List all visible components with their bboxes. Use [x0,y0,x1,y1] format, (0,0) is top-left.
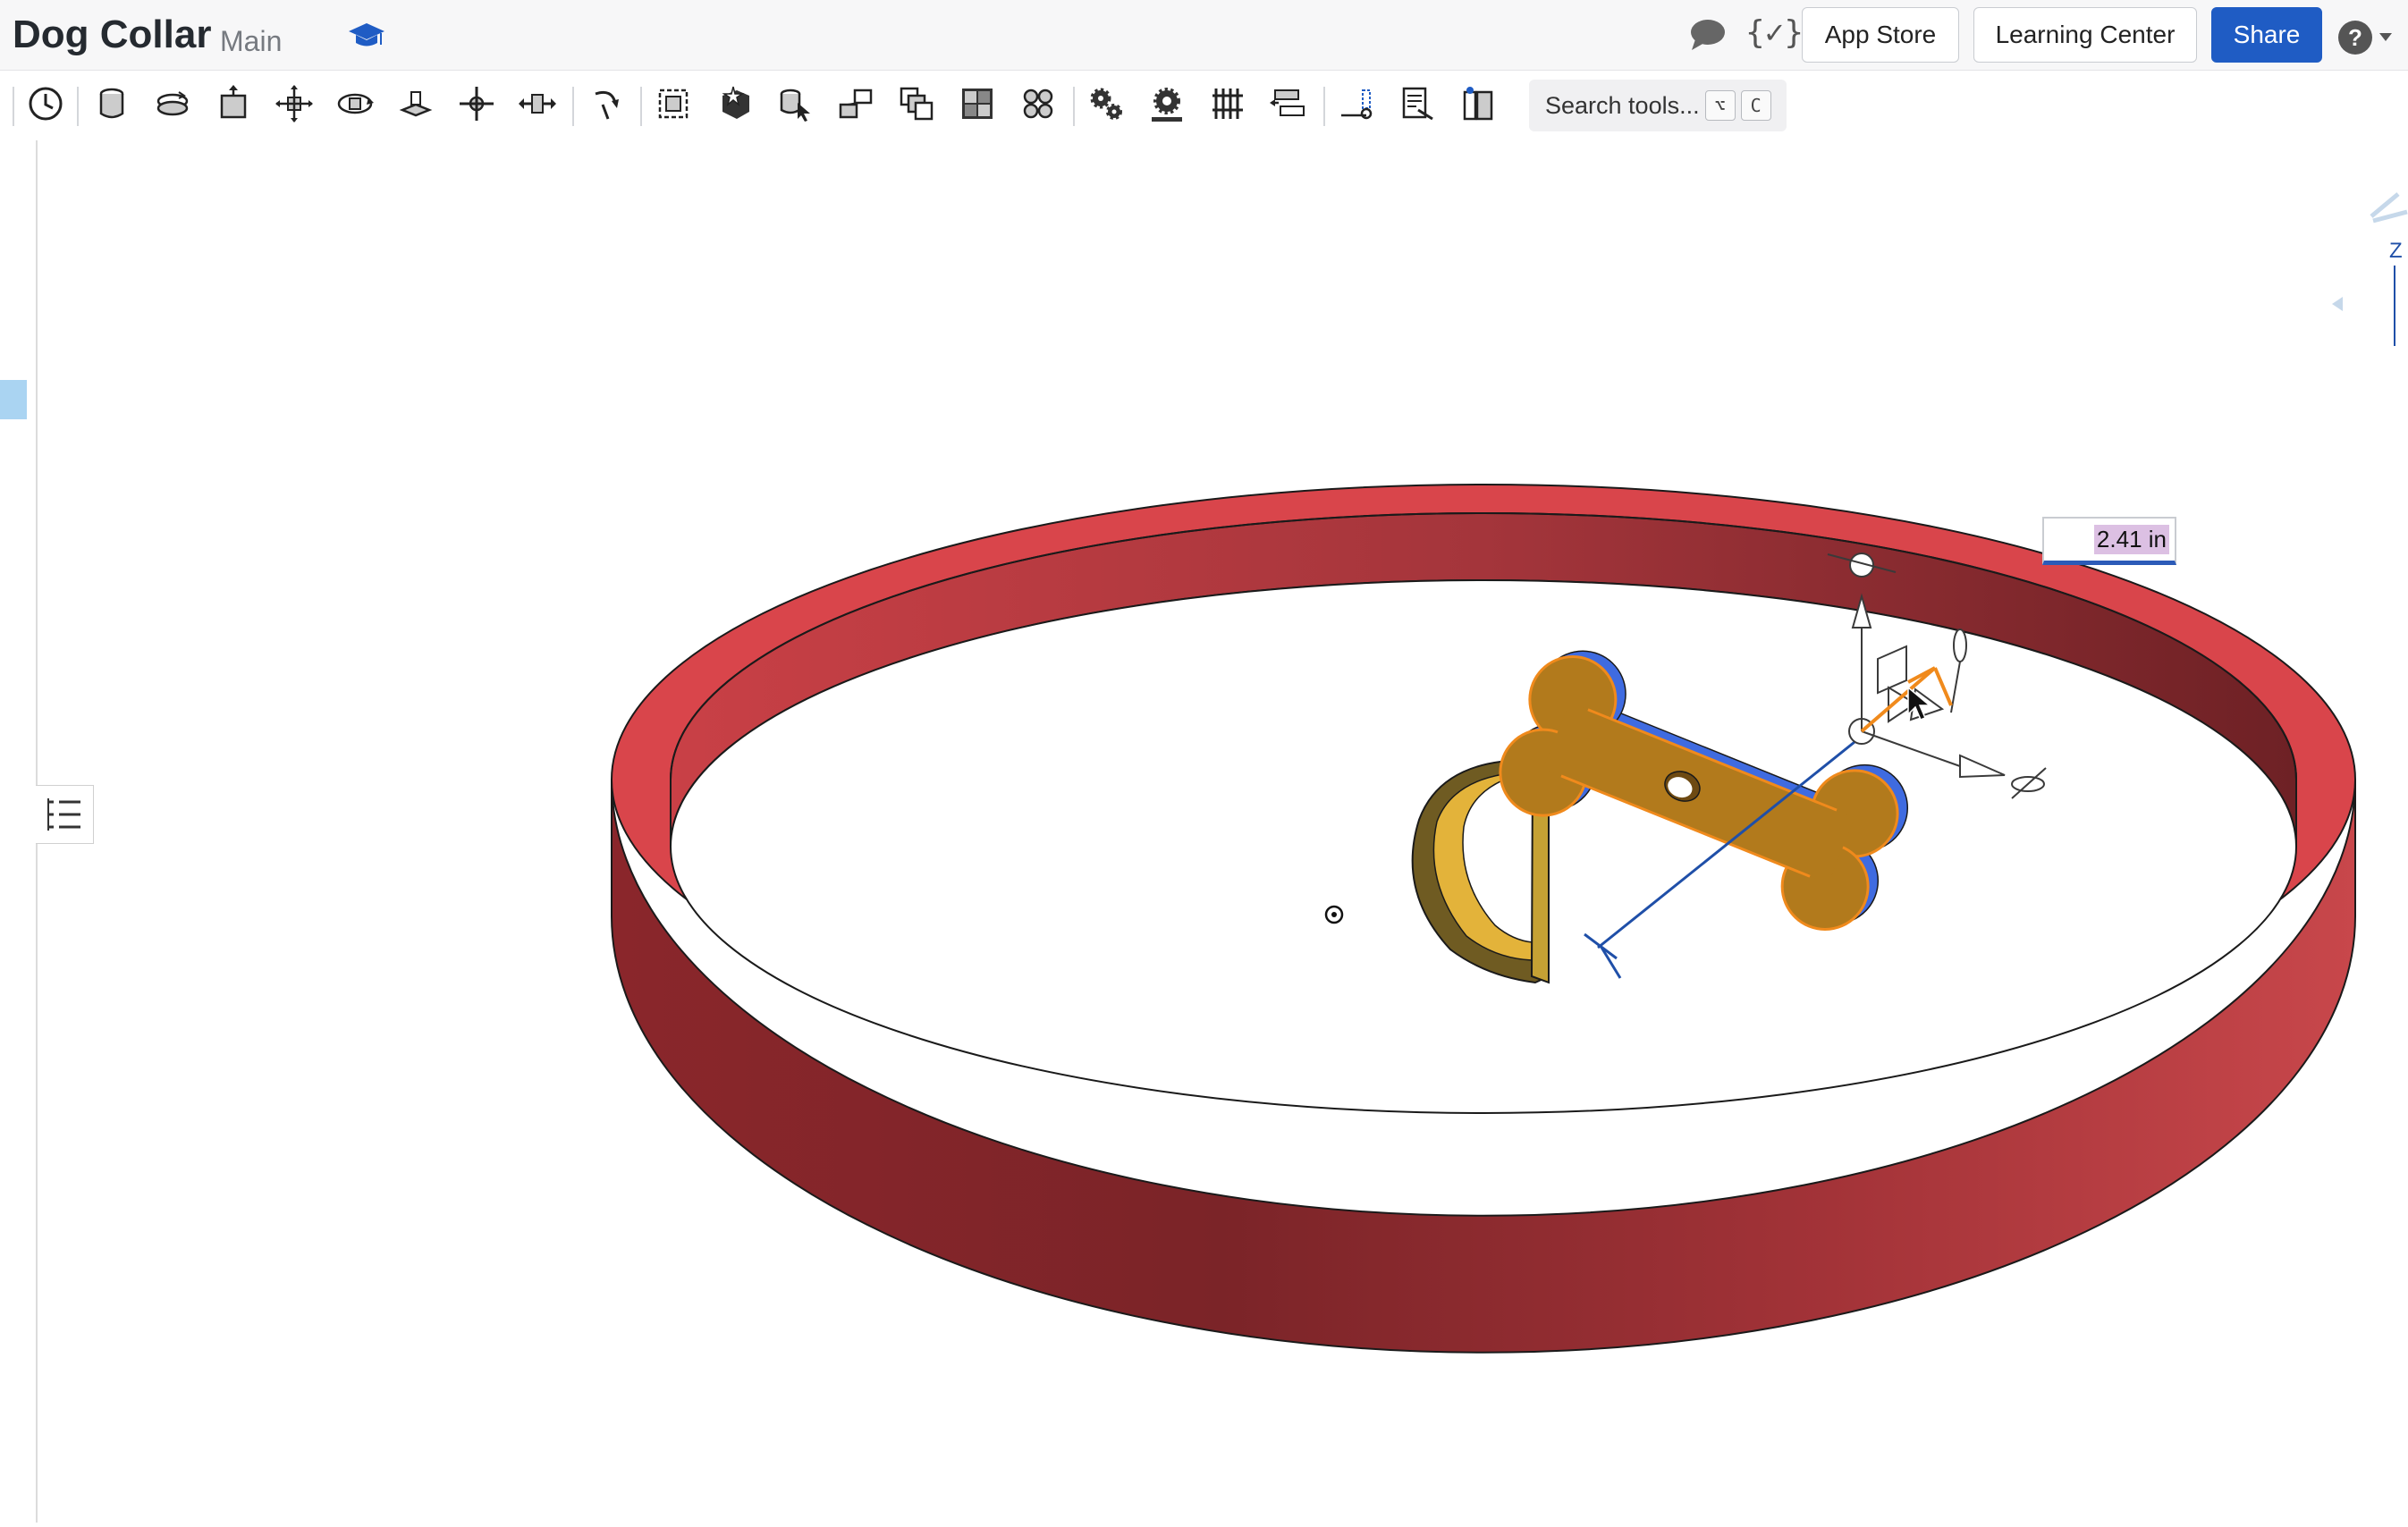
selected-feature-highlight[interactable] [0,380,27,419]
toolbar-divider [572,87,574,126]
help-icon[interactable]: ? [2337,20,2373,55]
move-icon[interactable] [274,83,315,124]
fastened-icon[interactable] [456,83,497,124]
share-button[interactable]: Share [2211,7,2322,63]
replicate-icon[interactable] [835,83,876,124]
mate-connector-icon[interactable] [585,83,626,124]
toolbar-divider [1073,87,1075,126]
search-tools-placeholder: Search tools... [1545,91,1700,119]
gear-relation-icon[interactable] [1146,83,1187,124]
variable-icon[interactable]: {✓} [1745,14,1804,51]
document-title[interactable]: Dog Collar [13,13,211,57]
insert-assembly-icon[interactable] [774,83,815,124]
branch-name[interactable]: Main [220,25,282,58]
group-icon[interactable] [653,83,694,124]
gear-icon[interactable] [1086,83,1127,124]
rotate-move-icon[interactable] [334,83,376,124]
extrude-icon[interactable] [213,83,254,124]
shortcut-key-c: C [1740,90,1771,121]
slider-icon[interactable] [517,83,558,124]
screw-relation-icon[interactable] [1268,83,1309,124]
chevron-down-icon[interactable] [2378,30,2393,41]
assembly-toolbar: Search tools... ⌥ C [0,71,2408,140]
revolute-icon[interactable] [152,83,193,124]
z-axis-label: Z [2389,239,2403,263]
toolbar-divider [1323,87,1325,126]
cylinder-icon[interactable] [91,83,132,124]
notes-icon[interactable] [1397,83,1438,124]
assembly-canvas[interactable]: Z [38,140,2408,1523]
bom-icon[interactable] [1457,83,1499,124]
pattern-icon[interactable] [896,83,937,124]
view-cube-icon[interactable]: Z [2332,192,2408,346]
search-tools-input[interactable]: Search tools... ⌥ C [1529,80,1787,131]
svg-text:?: ? [2348,24,2362,51]
circular-pattern-icon[interactable] [1018,83,1059,124]
rack-pinion-icon[interactable] [1207,83,1248,124]
learning-cap-icon[interactable] [347,16,386,55]
grid-pattern-icon[interactable] [957,83,998,124]
planar-icon[interactable] [395,83,436,124]
feature-panel-collapsed[interactable] [0,140,38,1523]
shortcut-key-option: ⌥ [1704,90,1736,121]
top-bar: Dog Collar Main {✓} App Store Learning C… [0,0,2408,71]
measure-icon[interactable] [1336,83,1377,124]
toolbar-divider [640,87,642,126]
insert-part-icon[interactable] [714,83,755,124]
toolbar-divider [77,87,79,126]
graphics-viewport[interactable]: Z [38,140,2408,1523]
dimension-value[interactable]: 2.41 in [2093,525,2169,554]
dimension-input[interactable]: 2.41 in [2042,517,2176,565]
learning-center-button[interactable]: Learning Center [1973,7,2197,63]
app-store-button[interactable]: App Store [1802,7,1959,63]
comment-icon[interactable] [1686,16,1728,54]
history-icon[interactable] [25,83,66,124]
toolbar-divider [13,87,14,126]
